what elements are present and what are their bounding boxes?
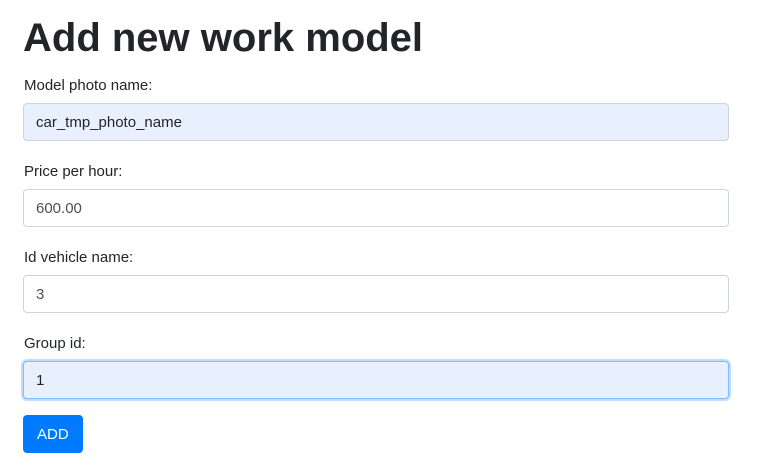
- group-id-label: Group id:: [24, 335, 86, 352]
- page-container: Add new work model Model photo name: Pri…: [0, 0, 769, 472]
- price-per-hour-input[interactable]: [23, 189, 729, 227]
- model-photo-name-label: Model photo name:: [24, 77, 153, 94]
- page-title: Add new work model: [23, 16, 424, 60]
- model-photo-name-input[interactable]: [23, 103, 729, 141]
- id-vehicle-name-input[interactable]: [23, 275, 729, 313]
- id-vehicle-name-label: Id vehicle name:: [24, 249, 134, 266]
- price-per-hour-label: Price per hour:: [24, 163, 123, 180]
- group-id-input[interactable]: [23, 361, 729, 399]
- add-button[interactable]: ADD: [23, 415, 83, 453]
